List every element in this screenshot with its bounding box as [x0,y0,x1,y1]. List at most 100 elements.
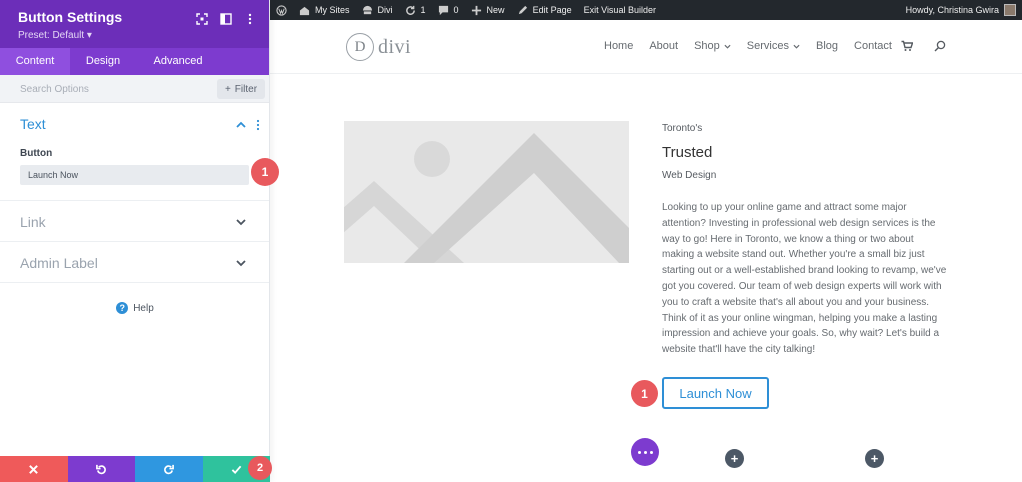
tab-content[interactable]: Content [0,48,70,75]
nav-home-label: Home [604,40,634,52]
updates-item[interactable]: 1 [399,0,432,20]
plus-icon: + [224,83,231,95]
edit-page-label: Edit Page [532,5,572,15]
step-badge-1: 1 [251,158,279,186]
tab-advanced[interactable]: Advanced [136,48,220,75]
redo-button[interactable] [135,456,203,482]
plus-icon [471,5,481,15]
new-label: New [486,5,505,15]
logo-mark: D [346,33,374,61]
add-module-button[interactable]: + [865,449,884,468]
tab-design[interactable]: Design [70,48,136,75]
panel-header[interactable]: Button Settings Preset: Default ▾ [0,0,269,48]
my-sites-label: My Sites [315,5,350,15]
nav-about-label: About [649,40,679,52]
fullscreen-icon[interactable] [195,12,209,26]
site-name-label: Divi [377,5,393,15]
site-header: D divi Home About Shop Services Blog Con… [270,20,1022,74]
help-label: Help [133,302,154,314]
section-link[interactable]: Link [0,201,269,242]
discard-button[interactable] [0,456,68,482]
panel-title: Button Settings [18,9,123,25]
section-text-title[interactable]: Text [20,116,46,132]
image-placeholder-icon [344,133,629,263]
close-icon [29,464,39,474]
search-options-row: + Filter [0,75,269,103]
city-label: Toronto's [662,123,703,134]
preset-dropdown[interactable]: Preset: Default ▾ [18,30,269,41]
chevron-down-icon [236,219,246,226]
filter-button[interactable]: + Filter [217,79,265,99]
site-name-menu[interactable]: Divi [356,0,399,20]
nav-home[interactable]: Home [604,40,633,52]
chevron-down-icon [236,260,246,267]
section-admin-label[interactable]: Admin Label [0,242,269,283]
subheadline: Web Design [662,170,717,181]
wordpress-logo[interactable] [270,0,293,20]
button-text-field[interactable] [20,165,249,185]
updates-count: 1 [420,5,426,15]
help-link[interactable]: ? Help [0,302,270,314]
panel-action-bar [0,456,270,482]
nav-shop[interactable]: Shop [694,40,731,52]
chevron-up-icon[interactable] [235,119,247,131]
nav-contact[interactable]: Contact [854,40,892,52]
launch-now-button[interactable]: Launch Now [662,377,769,409]
logo-text: divi [378,35,412,58]
exit-visual-builder-link[interactable]: Exit Visual Builder [578,0,662,20]
dot [637,450,641,454]
palette-icon [362,5,372,14]
section-more-icon[interactable] [255,119,261,131]
help-icon: ? [116,302,129,314]
edit-page-link[interactable]: Edit Page [511,0,578,20]
settings-panel: Button Settings Preset: Default ▾ Conten… [0,0,279,482]
sites-icon [299,6,310,15]
main-nav: Home About Shop Services Blog Contact [604,40,908,52]
checkmark-icon [231,465,242,474]
howdy-label: Howdy, Christina Gwira [905,5,999,15]
cart-icon[interactable] [901,40,913,52]
step-badge-2: 2 [248,456,272,480]
more-options-icon[interactable] [243,12,257,26]
image-placeholder [344,121,629,263]
undo-button[interactable] [67,456,135,482]
section-link-title: Link [20,214,46,230]
avatar [1004,4,1016,16]
panel-tabs: Content Design Advanced [0,48,269,75]
my-sites-menu[interactable]: My Sites [293,0,356,20]
wordpress-icon [276,4,287,16]
filter-label: Filter [234,83,258,95]
comments-item[interactable]: 0 [432,0,465,20]
chevron-down-icon [724,44,731,49]
comment-icon [438,5,448,15]
site-logo[interactable]: D divi [346,33,411,61]
nav-blog[interactable]: Blog [816,40,838,52]
account-menu[interactable]: Howdy, Christina Gwira [900,0,1022,20]
dot [649,450,653,454]
button-text-label: Button [20,148,53,159]
undo-icon [95,464,106,474]
nav-about[interactable]: About [649,40,678,52]
headline: Trusted [662,144,713,161]
body-copy: Looking to up your online game and attra… [662,202,947,356]
refresh-icon [405,5,415,15]
step-badge-1: 1 [631,380,658,407]
chevron-down-icon [793,44,800,49]
dot [643,450,647,454]
nav-blog-label: Blog [815,40,839,52]
pencil-icon [518,5,527,14]
split-view-icon[interactable] [219,12,233,26]
section-options-button[interactable] [631,438,659,466]
add-module-button[interactable]: + [725,449,744,468]
exit-builder-label: Exit Visual Builder [583,5,656,15]
search-icon[interactable] [934,40,946,52]
nav-services-label: Services [746,40,789,52]
nav-services[interactable]: Services [747,40,800,52]
comments-count: 0 [453,5,459,15]
search-options-input[interactable] [12,80,202,98]
redo-icon [164,464,175,474]
new-content-menu[interactable]: New [465,0,511,20]
wp-admin-bar: My Sites Divi 1 0 New Edit Page Exit Vis… [270,0,1022,20]
section-admin-title: Admin Label [20,255,98,271]
nav-shop-label: Shop [694,40,720,52]
